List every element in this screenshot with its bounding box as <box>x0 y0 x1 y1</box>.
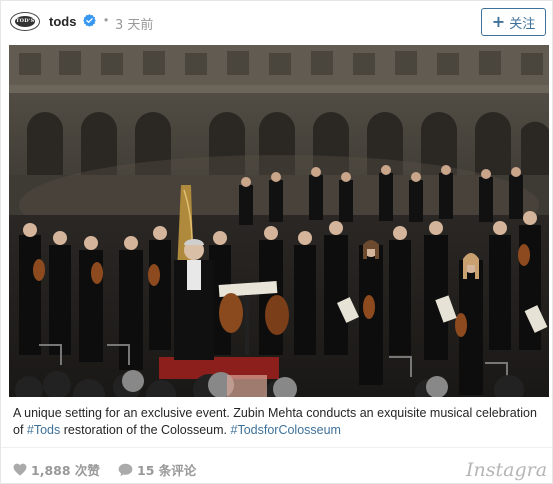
post-header: TOD'S tods • 3 天前 + 关注 <box>1 1 553 44</box>
header-separator: • <box>104 13 109 27</box>
comments-count[interactable]: 15 条评论 <box>118 460 196 479</box>
post-photo[interactable] <box>9 45 549 397</box>
hashtag-tods[interactable]: #Tods <box>27 423 60 437</box>
likes-count[interactable]: 1,888 次赞 <box>13 460 100 479</box>
instagram-wordmark-logo[interactable]: Instagram <box>464 456 546 482</box>
account-username[interactable]: tods <box>49 14 76 29</box>
plus-icon: + <box>491 12 506 31</box>
comments-label: 15 条评论 <box>137 463 197 478</box>
tods-logo-icon: TOD'S <box>15 16 35 27</box>
post-footer: 1,888 次赞 15 条评论 Instagram <box>1 447 553 484</box>
likes-label: 1,888 次赞 <box>31 463 100 478</box>
hashtag-tods-for-colosseum[interactable]: #TodsforColosseum <box>231 423 341 437</box>
follow-label: 关注 <box>509 16 536 32</box>
verified-badge-icon <box>83 14 96 27</box>
post-caption: A unique setting for an exclusive event.… <box>13 405 545 439</box>
comment-bubble-icon <box>118 463 133 476</box>
orchestra-colosseum-image <box>9 45 549 397</box>
caption-text-2: restoration of the Colosseum. <box>60 423 231 437</box>
post-time[interactable]: 3 天前 <box>115 14 153 33</box>
follow-button[interactable]: + 关注 <box>481 8 546 36</box>
account-avatar[interactable]: TOD'S <box>10 12 40 31</box>
heart-icon <box>13 463 27 476</box>
instagram-embed-card: TOD'S tods • 3 天前 + 关注 A unique setting … <box>0 0 553 484</box>
instagram-wordmark-text: Instagram <box>465 459 546 481</box>
